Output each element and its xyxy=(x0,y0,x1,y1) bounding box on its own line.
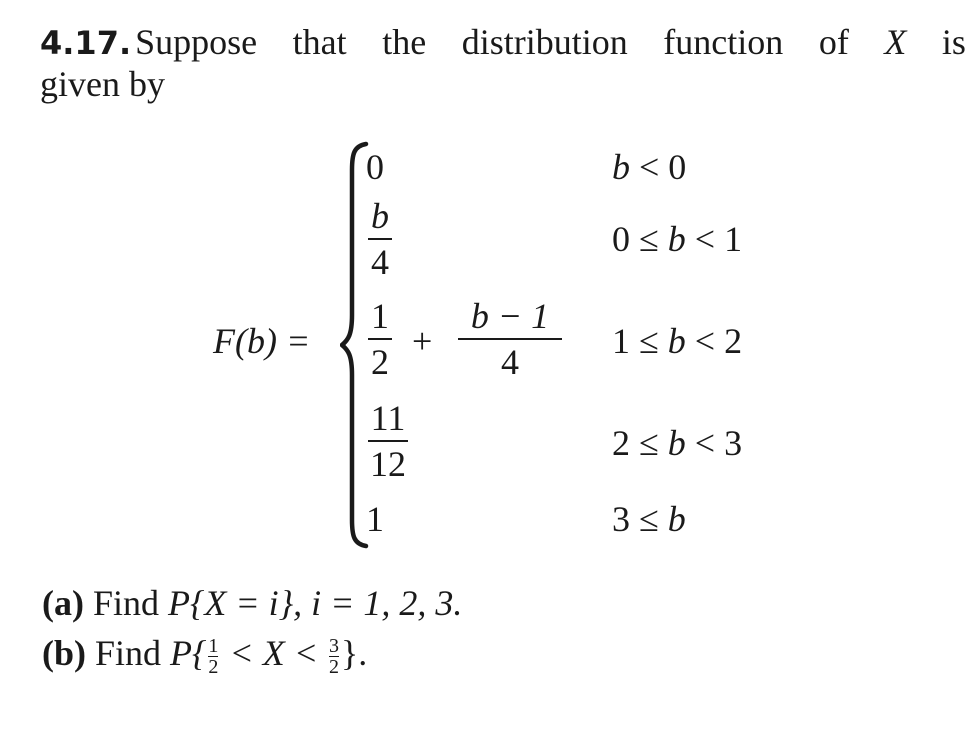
question-b-math-close: }. xyxy=(341,633,368,673)
question-b-fraction-2: 32 xyxy=(329,634,339,679)
case-1-value: 0 xyxy=(366,147,384,187)
problem-intro-start: 4.17. Suppose xyxy=(40,22,258,62)
case-5-condition: 3 ≤ b xyxy=(612,499,686,539)
question-b-label: (b) xyxy=(42,633,86,673)
word: the xyxy=(382,22,427,62)
word: that xyxy=(292,22,347,62)
case-5-value: 1 xyxy=(366,499,384,539)
case-2-value-fraction: b 4 xyxy=(368,196,392,282)
numerator: b xyxy=(371,196,389,236)
question-a: (a) Find P{X = i}, i = 1, 2, 3. xyxy=(42,582,462,624)
word: is xyxy=(941,22,966,62)
question-a-math: P{X = i}, i = 1, 2, 3. xyxy=(168,583,463,623)
case-4-value-fraction: 11 12 xyxy=(368,398,408,484)
problem-statement-line-1: 4.17. Suppose that the distribution funct… xyxy=(40,20,966,65)
denominator: 2 xyxy=(208,656,219,679)
case-2-condition: 0 ≤ b < 1 xyxy=(612,219,743,259)
equation-lhs: F(b) = xyxy=(213,321,311,361)
denominator: 4 xyxy=(371,242,389,282)
fraction-bar xyxy=(458,338,562,340)
numerator: 11 xyxy=(370,398,406,438)
question-b-fraction-1: 12 xyxy=(208,634,219,679)
question-a-text: Find xyxy=(92,583,169,623)
numerator: b − 1 xyxy=(470,296,550,336)
problem-number: 4.17. xyxy=(40,24,132,62)
case-3-fraction-b: b − 1 4 xyxy=(458,296,562,382)
problem-statement-line-2: given by xyxy=(40,64,165,104)
fraction-bar xyxy=(368,338,392,340)
numerator: 1 xyxy=(208,634,219,657)
plus-sign: + xyxy=(412,321,433,361)
variable-x: X xyxy=(884,22,907,62)
denominator: 12 xyxy=(370,444,406,484)
fraction-bar xyxy=(368,238,392,240)
word: function xyxy=(663,22,784,62)
question-b: (b) Find P{1 2 < X < 3 2}. xyxy=(42,632,367,677)
denominator: 2 xyxy=(329,656,339,679)
case-1-condition: b < 0 xyxy=(612,147,687,187)
case-3-condition: 1 ≤ b < 2 xyxy=(612,321,743,361)
question-a-label: (a) xyxy=(42,583,84,623)
word: of xyxy=(818,22,849,62)
question-b-text: Find xyxy=(95,633,171,673)
word: distribution xyxy=(461,22,628,62)
case-4-condition: 2 ≤ b < 3 xyxy=(612,423,743,463)
denominator: 2 xyxy=(371,342,389,382)
question-b-math-middle: < X < xyxy=(220,633,327,673)
left-brace-icon xyxy=(340,141,369,549)
question-b-math-open: P{ xyxy=(170,633,207,673)
fraction-bar xyxy=(368,440,408,442)
case-3-fraction-a: 1 2 xyxy=(368,296,392,382)
numerator: 3 xyxy=(329,634,339,657)
numerator: 1 xyxy=(371,296,389,336)
denominator: 4 xyxy=(501,342,519,382)
